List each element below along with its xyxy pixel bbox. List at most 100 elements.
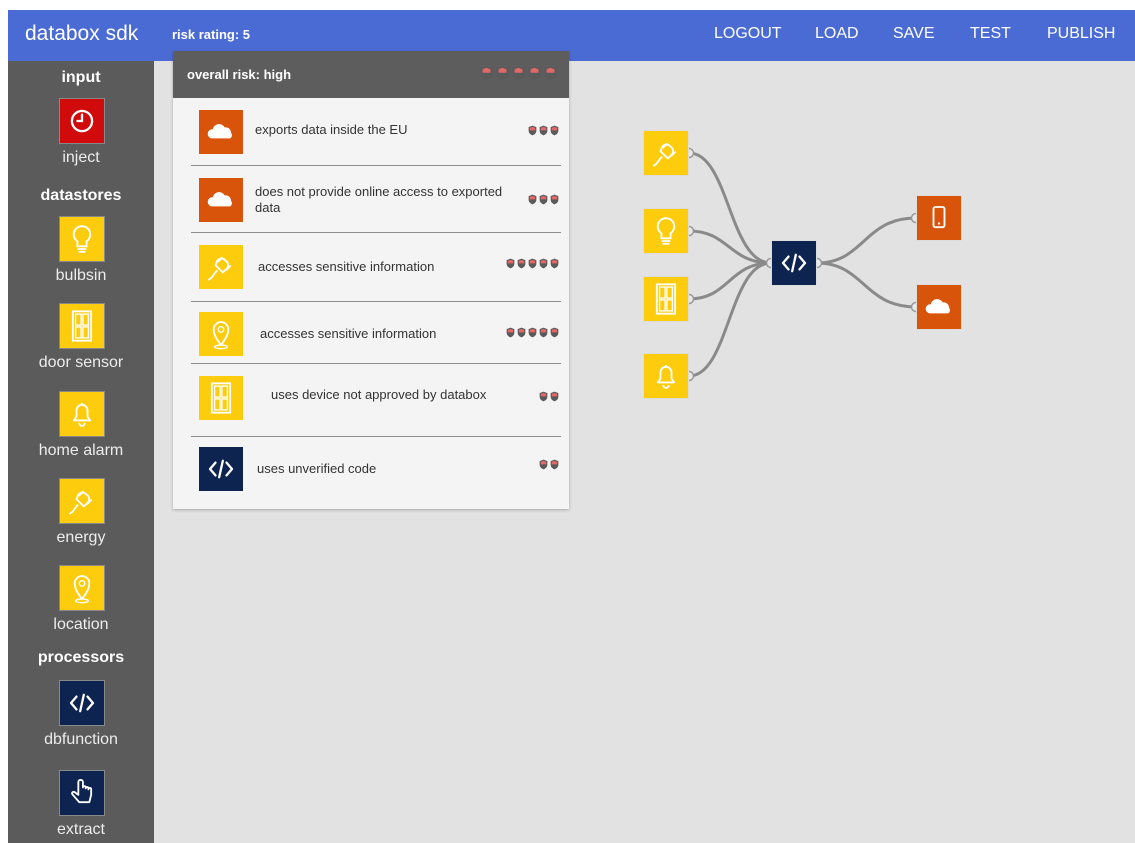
shield-icon bbox=[506, 258, 515, 269]
shield-icon bbox=[539, 194, 548, 205]
bulb-icon bbox=[60, 217, 104, 261]
risk-shields bbox=[506, 327, 559, 338]
shield-icon bbox=[550, 194, 559, 205]
app-title: databox sdk bbox=[25, 22, 139, 45]
bell-icon bbox=[60, 392, 104, 436]
code-icon bbox=[199, 447, 243, 491]
save-button[interactable]: SAVE bbox=[893, 25, 935, 43]
risk-item-text: accesses sensitive information bbox=[260, 326, 437, 341]
flow-node-energy[interactable] bbox=[643, 130, 689, 176]
shield-icon bbox=[517, 327, 526, 338]
palette-node-label: energy bbox=[56, 529, 106, 546]
risk-item-text: uses unverified code bbox=[257, 461, 377, 476]
location-icon bbox=[59, 565, 105, 611]
overall-risk-shields bbox=[480, 65, 557, 81]
shield-icon bbox=[528, 125, 537, 136]
shield-icon bbox=[528, 327, 537, 338]
palette-node-label: inject bbox=[62, 149, 100, 166]
shield-icon bbox=[480, 65, 493, 81]
cloud-icon bbox=[199, 178, 243, 222]
risk-item-text: exports data inside the EU bbox=[255, 122, 408, 137]
cloud-icon bbox=[199, 110, 243, 154]
shield-icon bbox=[550, 327, 559, 338]
shield-icon bbox=[528, 258, 537, 269]
publish-button[interactable]: PUBLISH bbox=[1047, 25, 1115, 43]
shield-icon bbox=[550, 459, 559, 470]
risk-shields bbox=[528, 125, 559, 136]
risk-item: uses device not approved by databox bbox=[191, 364, 561, 437]
section-input-heading: input bbox=[61, 69, 101, 86]
flow-node-dbfunction[interactable] bbox=[771, 240, 817, 286]
shield-icon bbox=[512, 65, 525, 81]
risk-item: accesses sensitive information bbox=[191, 302, 561, 364]
door-icon bbox=[199, 376, 243, 420]
risk-panel-header: overall risk: high bbox=[173, 51, 569, 98]
cloud-icon bbox=[199, 178, 243, 222]
risk-rating: risk rating: 5 bbox=[172, 27, 251, 42]
bell-icon bbox=[59, 391, 105, 437]
shield-icon bbox=[539, 459, 548, 470]
section-datastores-heading: datastores bbox=[40, 187, 122, 204]
cloud-icon bbox=[199, 110, 243, 154]
overall-risk-label: overall risk: high bbox=[187, 67, 292, 82]
bell-icon bbox=[644, 354, 688, 398]
location-icon bbox=[199, 312, 243, 356]
risk-item: exports data inside the EU bbox=[191, 98, 561, 166]
clock-icon bbox=[60, 99, 104, 143]
flow-node-door-sensor[interactable] bbox=[643, 276, 689, 322]
risk-item: does not provide online access to export… bbox=[191, 166, 561, 233]
clock-icon bbox=[59, 98, 105, 144]
section-processors-heading: processors bbox=[37, 649, 125, 666]
door-icon bbox=[60, 304, 104, 348]
logout-button[interactable]: LOGOUT bbox=[714, 25, 782, 43]
shield-icon bbox=[539, 327, 548, 338]
palette-node-label: home alarm bbox=[38, 442, 124, 459]
shield-icon bbox=[528, 194, 537, 205]
shield-icon bbox=[550, 258, 559, 269]
code-icon bbox=[199, 447, 243, 491]
flow-node-bulbsin[interactable] bbox=[643, 208, 689, 254]
risk-item: uses unverified code bbox=[191, 437, 561, 503]
pointer-hand-icon bbox=[60, 771, 104, 815]
palette-node-label: dbfunction bbox=[44, 731, 118, 748]
risk-item: accesses sensitive information bbox=[191, 233, 561, 302]
shield-icon bbox=[496, 65, 509, 81]
test-button[interactable]: TEST bbox=[970, 25, 1011, 43]
bulb-icon bbox=[644, 209, 688, 253]
load-button[interactable]: LOAD bbox=[815, 25, 859, 43]
risk-shields bbox=[539, 459, 559, 470]
code-icon bbox=[59, 680, 105, 726]
shield-icon bbox=[528, 65, 541, 81]
shield-icon bbox=[517, 258, 526, 269]
plug-icon bbox=[59, 478, 105, 524]
risk-shields bbox=[528, 194, 559, 205]
plug-icon bbox=[199, 245, 243, 289]
risk-shields bbox=[539, 391, 559, 402]
flow-node-home-alarm[interactable] bbox=[643, 353, 689, 399]
code-icon bbox=[772, 241, 816, 285]
palette-node-label: bulbsin bbox=[55, 267, 107, 284]
risk-item-text: does not provide online access to export… bbox=[255, 184, 503, 215]
shield-icon bbox=[550, 125, 559, 136]
app-window: databox sdk risk rating: 5 LOGOUT LOAD S… bbox=[8, 10, 1135, 843]
location-icon bbox=[60, 566, 104, 610]
plug-icon bbox=[644, 131, 688, 175]
bulb-icon bbox=[59, 216, 105, 262]
risk-panel: overall risk: high exports data inside t… bbox=[173, 51, 569, 509]
phone-icon bbox=[917, 196, 961, 240]
location-icon bbox=[199, 312, 243, 356]
palette-node-label: door sensor bbox=[38, 354, 124, 371]
plug-icon bbox=[60, 479, 104, 523]
shield-icon bbox=[539, 258, 548, 269]
code-icon bbox=[60, 681, 104, 725]
flow-node-cloud-output[interactable] bbox=[916, 284, 962, 330]
cloud-icon bbox=[917, 285, 961, 329]
shield-icon bbox=[539, 391, 548, 402]
wire[interactable] bbox=[815, 216, 918, 265]
wire[interactable] bbox=[815, 261, 918, 309]
plug-icon bbox=[199, 245, 243, 289]
flow-node-phone-output[interactable] bbox=[916, 195, 962, 241]
palette-node-label: extract bbox=[56, 821, 105, 838]
pointer-hand-icon bbox=[59, 770, 105, 816]
shield-icon bbox=[506, 327, 515, 338]
